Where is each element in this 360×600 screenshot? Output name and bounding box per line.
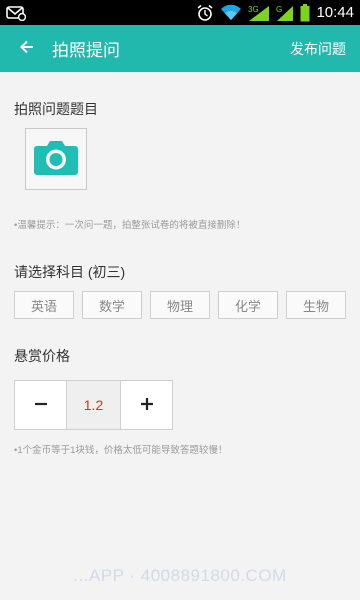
price-tip: •1个金币等于1块钱，价格太低可能导致答题较慢！ — [14, 445, 228, 456]
minus-icon — [34, 396, 48, 415]
plus-icon — [140, 396, 154, 415]
subject-biology[interactable]: 生物 — [286, 291, 346, 319]
price-section-title: 悬赏价格 — [14, 348, 70, 364]
price-value[interactable]: 1.2 — [67, 380, 120, 430]
app-bar: 拍照提问 发布问题 — [0, 25, 360, 72]
decrement-button[interactable] — [14, 380, 67, 430]
subject-physics[interactable]: 物理 — [150, 291, 210, 319]
photo-tip: •温馨提示：一次问一题，拍整张试卷的将被直接删除！ — [14, 220, 246, 231]
subject-math[interactable]: 数学 — [82, 291, 142, 319]
publish-question-button[interactable]: 发布问题 — [290, 39, 346, 59]
camera-icon — [33, 138, 79, 180]
take-photo-button[interactable] — [25, 128, 87, 190]
increment-button[interactable] — [120, 380, 173, 430]
network-g-label: G — [276, 5, 282, 14]
photo-section-title: 拍照问题题目 — [14, 101, 98, 117]
page-title: 拍照提问 — [52, 41, 120, 60]
signal-3g-icon: 3G — [248, 4, 270, 22]
subject-section-title: 请选择科目 (初三) — [14, 264, 126, 280]
signal-icon: G — [276, 4, 294, 22]
watermark: ...APP · 4008891800.COM — [73, 566, 287, 585]
battery-icon — [300, 3, 310, 22]
wifi-icon — [220, 4, 242, 21]
alarm-icon — [196, 4, 214, 22]
status-bar: 3G G 10:44 — [0, 0, 360, 25]
subject-english[interactable]: 英语 — [14, 291, 74, 319]
subject-list: 英语 数学 物理 化学 生物 — [14, 291, 346, 319]
subject-chemistry[interactable]: 化学 — [218, 291, 278, 319]
back-button[interactable] — [20, 39, 34, 58]
notification-icon — [6, 5, 26, 21]
status-time: 10:44 — [316, 4, 354, 21]
price-stepper: 1.2 — [14, 380, 173, 430]
arrow-left-icon — [20, 39, 34, 58]
network-3g-label: 3G — [248, 5, 259, 14]
